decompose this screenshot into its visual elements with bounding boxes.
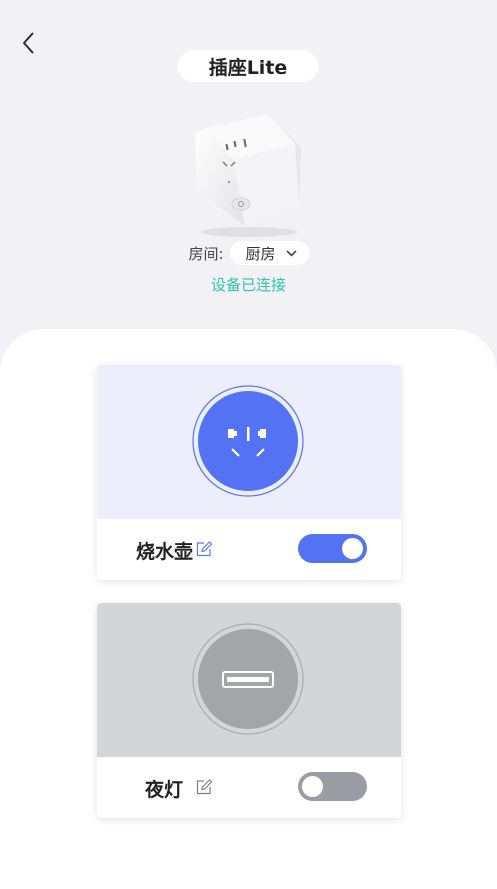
power-toggle[interactable] (298, 772, 367, 801)
room-selector-row: 房间: 厨房 (0, 240, 497, 266)
edit-icon[interactable] (195, 778, 213, 796)
socket-controls: 烧水壶 (97, 519, 401, 580)
socket-visual (97, 603, 401, 757)
room-value: 厨房 (245, 244, 276, 263)
socket-card-kettle: 烧水壶 (97, 365, 401, 580)
socket-card-nightlight: 夜灯 (97, 603, 401, 818)
edit-icon[interactable] (195, 540, 213, 558)
smart-plug-image (195, 114, 301, 237)
back-button[interactable] (14, 28, 44, 58)
socket-name: 夜灯 (145, 779, 184, 801)
usb-socket-button[interactable] (192, 623, 304, 735)
room-dropdown[interactable]: 厨房 (229, 241, 309, 265)
room-label: 房间: (188, 244, 224, 263)
page-title: 插座Lite (178, 50, 318, 82)
device-title: 插座Lite (208, 56, 288, 79)
chevron-left-icon (22, 32, 34, 54)
power-toggle[interactable] (298, 534, 367, 563)
power-socket-button[interactable] (192, 385, 304, 497)
toggle-knob (342, 538, 363, 559)
socket-name: 烧水壶 (136, 541, 194, 563)
chevron-down-icon (286, 249, 297, 257)
socket-visual (97, 365, 401, 519)
toggle-knob (302, 776, 323, 797)
socket-controls: 夜灯 (97, 757, 401, 818)
connection-status: 设备已连接 (210, 276, 286, 294)
